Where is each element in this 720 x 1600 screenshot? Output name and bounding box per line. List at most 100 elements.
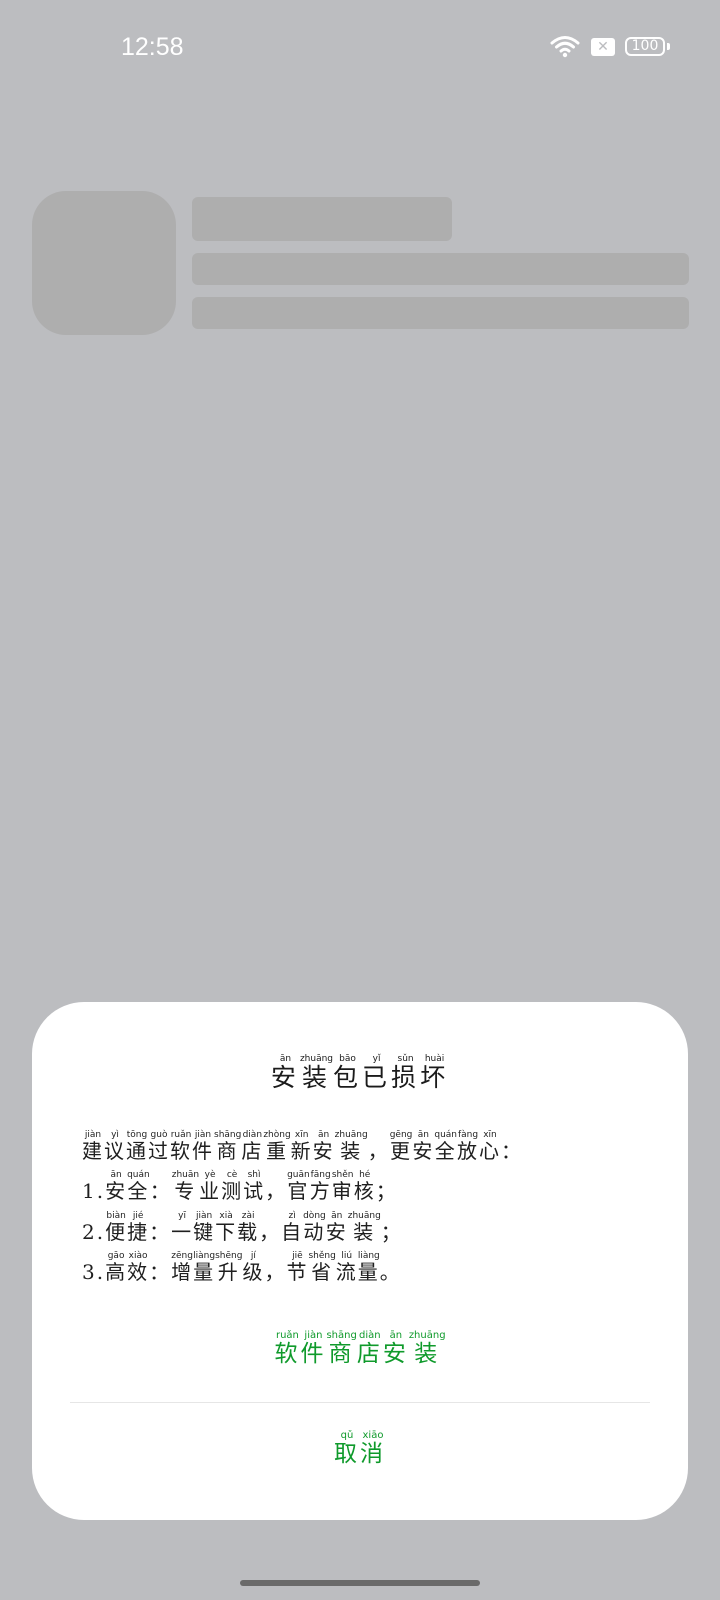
pinyin-annotation: zì [281, 1211, 304, 1221]
pinyin-annotation: xiāo [360, 1430, 386, 1441]
pinyin-char: 2. [82, 1220, 106, 1244]
dialog-message-line: 1.安ān全quán：专zhuān业yè测cè试shì，官guān方fāng审s… [82, 1170, 398, 1204]
pinyin-annotation: zài [237, 1211, 260, 1221]
pinyin-annotation: zhuāng [347, 1211, 381, 1221]
pinyin-annotation: jiàn [192, 1130, 214, 1140]
pinyin-annotation: jí [242, 1251, 265, 1261]
pinyin-char: 件jiàn [192, 1130, 214, 1163]
pinyin-annotation: zēng [171, 1251, 194, 1261]
pinyin-char: ： [501, 1139, 523, 1163]
pinyin-char: 安ān [105, 1170, 128, 1203]
pinyin-annotation: qǔ [334, 1430, 360, 1441]
battery-icon: 100 [625, 37, 665, 56]
pinyin-char: 动dòng [303, 1211, 326, 1244]
pinyin-annotation: ān [312, 1130, 335, 1140]
pinyin-char: ， [264, 1260, 287, 1284]
pinyin-char: 节jiē [286, 1251, 309, 1284]
pinyin-annotation: gēng [389, 1130, 413, 1140]
pinyin-annotation: jiē [286, 1251, 309, 1261]
pinyin-char: 更gēng [389, 1130, 413, 1163]
cancel-button[interactable]: 取qǔ消xiāo [32, 1430, 688, 1468]
pinyin-annotation: diàn [356, 1330, 383, 1341]
pinyin-char: 1. [82, 1179, 106, 1203]
home-indicator[interactable] [240, 1580, 480, 1586]
pinyin-char: 商shāng [326, 1330, 357, 1367]
app-store-install-button[interactable]: 软ruǎn件jiàn商shāng店diàn安ān装zhuāng [32, 1330, 688, 1368]
pinyin-char: 店diàn [241, 1130, 264, 1163]
pinyin-annotation: ān [412, 1130, 435, 1140]
pinyin-char: 方fāng [309, 1170, 332, 1203]
pinyin-annotation: xīn [290, 1130, 313, 1140]
pinyin-annotation: shāng [214, 1130, 242, 1140]
pinyin-char: 捷jié [127, 1211, 150, 1244]
pinyin-char: 效xiào [127, 1251, 150, 1284]
pinyin-char: ： [149, 1220, 172, 1244]
pinyin-annotation: jiàn [193, 1211, 216, 1221]
pinyin-char: 消xiāo [360, 1430, 386, 1467]
pinyin-char: ； [375, 1179, 398, 1203]
pinyin-char: 安ān [270, 1054, 300, 1092]
pinyin-char: 键jiàn [193, 1211, 216, 1244]
pinyin-char: 下xià [215, 1211, 238, 1244]
pinyin-char: 装zhuāng [347, 1211, 381, 1244]
pinyin-char: 建jiàn [82, 1130, 104, 1163]
pinyin-annotation: huài [420, 1054, 450, 1064]
pinyin-annotation: ruǎn [170, 1130, 192, 1140]
pinyin-char: 新xīn [290, 1130, 313, 1163]
pinyin-annotation: quán [434, 1130, 458, 1140]
pinyin-char: 量liàng [357, 1251, 380, 1284]
pinyin-char: 已yǐ [362, 1054, 392, 1092]
dialog-divider [70, 1402, 650, 1403]
pinyin-annotation: quán [127, 1170, 150, 1180]
pinyin-annotation: xià [215, 1211, 238, 1221]
pinyin-char: 量liàng [193, 1251, 216, 1284]
pinyin-annotation: shēng [215, 1251, 243, 1261]
pinyin-annotation: jiàn [82, 1130, 104, 1140]
pinyin-char: 装zhuāng [408, 1330, 446, 1367]
pinyin-char: 全quán [127, 1170, 150, 1203]
pinyin-char: 过guò [148, 1130, 170, 1163]
pinyin-annotation: yì [104, 1130, 126, 1140]
skeleton-app-icon [32, 191, 176, 335]
pinyin-char: 全quán [434, 1130, 458, 1163]
pinyin-annotation: zhuān [171, 1170, 200, 1180]
pinyin-annotation: sǔn [391, 1054, 421, 1064]
pinyin-char: 流liú [335, 1251, 358, 1284]
pinyin-char: ； [380, 1220, 403, 1244]
pinyin-char: 。 [379, 1260, 402, 1284]
pinyin-annotation: ān [105, 1170, 128, 1180]
pinyin-annotation: liàng [193, 1251, 216, 1261]
pinyin-annotation: xīn [479, 1130, 501, 1140]
pinyin-char: 载zài [237, 1211, 260, 1244]
pinyin-char: 一yī [171, 1211, 194, 1244]
status-time: 12:58 [121, 33, 184, 61]
pinyin-annotation: liàng [357, 1251, 380, 1261]
pinyin-char: 心xīn [479, 1130, 501, 1163]
pinyin-char: 安ān [382, 1330, 409, 1367]
pinyin-annotation: shāng [326, 1330, 357, 1341]
pinyin-char: 试shì [243, 1170, 266, 1203]
pinyin-char: ， [259, 1220, 282, 1244]
pinyin-annotation: ruǎn [274, 1330, 301, 1341]
pinyin-char: 审shěn [331, 1170, 354, 1203]
pinyin-char: 增zēng [171, 1251, 194, 1284]
skeleton-title-line [192, 197, 452, 241]
pinyin-annotation: ān [325, 1211, 348, 1221]
pinyin-annotation: jié [127, 1211, 150, 1221]
pinyin-char: 放fàng [457, 1130, 479, 1163]
pinyin-char: 商shāng [214, 1130, 242, 1163]
pinyin-char: 专zhuān [171, 1170, 200, 1203]
pinyin-char: 省shěng [308, 1251, 336, 1284]
pinyin-char: 官guān [287, 1170, 310, 1203]
pinyin-annotation: zhuāng [334, 1130, 368, 1140]
pinyin-char: 软ruǎn [274, 1330, 301, 1367]
pinyin-char: 高gāo [105, 1251, 128, 1284]
dialog-message-line: 2.便biàn捷jié：一yī键jiàn下xià载zài，自zì动dòng安ān… [82, 1211, 403, 1245]
pinyin-annotation: diàn [241, 1130, 264, 1140]
pinyin-annotation: bāo [333, 1054, 363, 1064]
dialog-message-line: 3.高gāo效xiào：增zēng量liàng升shēng级jí，节jiē省sh… [82, 1251, 402, 1285]
pinyin-annotation: zhuāng [408, 1330, 446, 1341]
pinyin-char: 取qǔ [334, 1430, 360, 1467]
pinyin-annotation: guò [148, 1130, 170, 1140]
pinyin-char: 损sǔn [391, 1054, 421, 1092]
